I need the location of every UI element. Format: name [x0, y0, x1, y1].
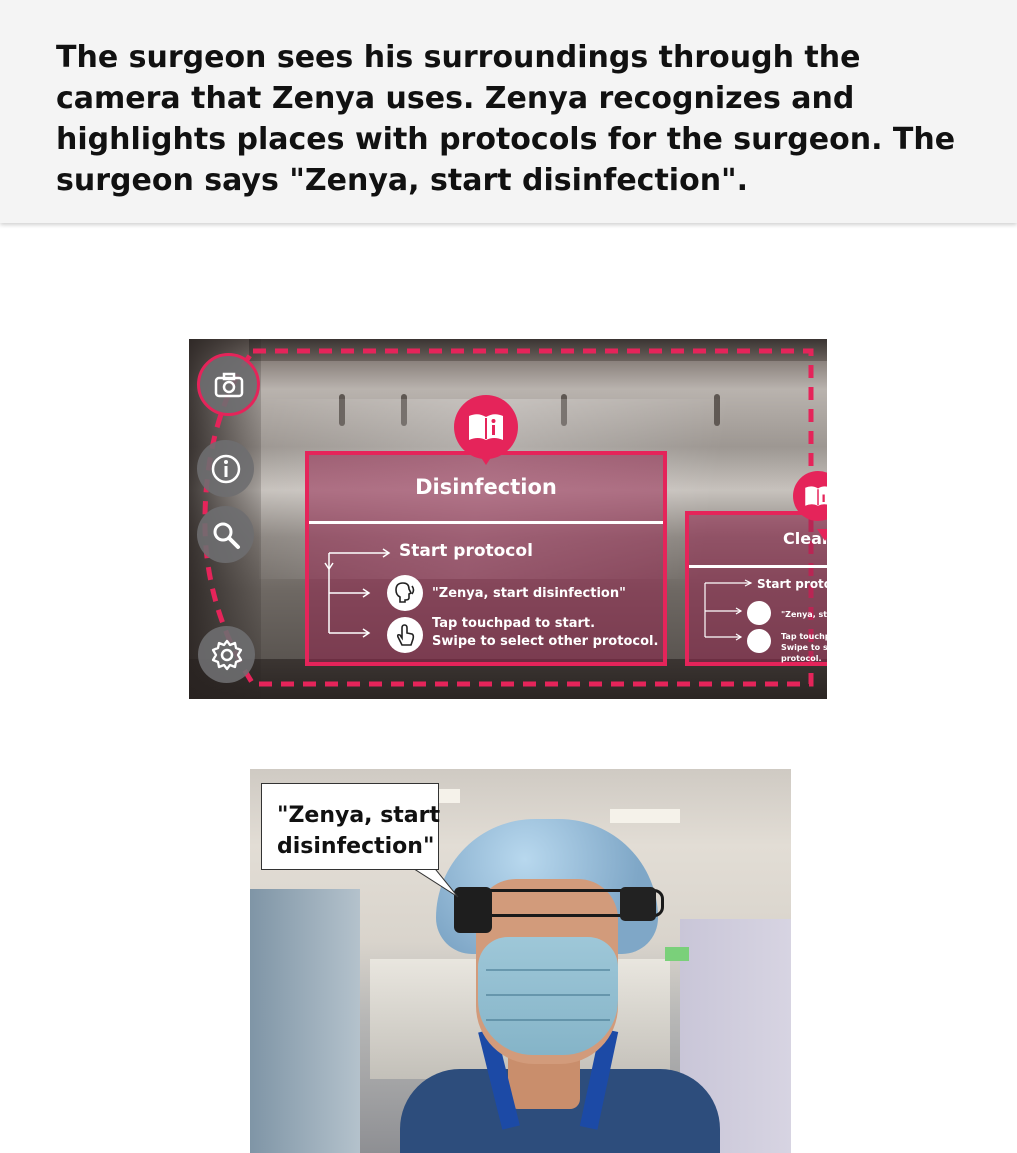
caption-bar: The surgeon sees his surroundings throug… — [0, 0, 1017, 223]
touch-gesture-icon — [387, 617, 423, 653]
touch-option-text: Tap touchpa Swipe to se protocol. — [781, 632, 827, 663]
voice-option-text: "Zenya, star — [781, 610, 827, 619]
info-icon — [211, 454, 240, 483]
card-divider — [689, 565, 827, 568]
settings-button[interactable] — [198, 626, 255, 683]
mask-fold — [486, 1019, 610, 1021]
start-protocol-label: Start protoco — [757, 577, 827, 591]
camera-button[interactable] — [197, 353, 260, 416]
mask-fold — [486, 969, 610, 971]
ceiling-light — [610, 809, 680, 823]
start-protocol-label: Start protocol — [399, 541, 533, 561]
glasses-module — [620, 887, 656, 921]
search-button[interactable] — [197, 506, 254, 563]
speech-line-1: "Zenya, start — [277, 803, 441, 828]
speech-line-2: disinfection" — [277, 834, 435, 859]
touch-option-text: Tap touchpad to start. Swipe to select o… — [432, 615, 658, 651]
protocol-pin-disinfection[interactable] — [454, 395, 518, 465]
voice-option-text: "Zenya, start disinfection" — [432, 586, 626, 601]
card-title: Disinfection — [415, 475, 557, 499]
protocol-card-disinfection[interactable]: Disinfection Start protocol "Zenya, star… — [305, 451, 667, 666]
caption-text: The surgeon sees his surroundings throug… — [56, 40, 956, 198]
hallway-wall — [250, 889, 360, 1153]
surgeon-photo: "Zenya, start disinfection" — [250, 769, 791, 1153]
protocol-card-clean[interactable]: Clean Start protoco "Zenya, star Tap tou… — [685, 511, 827, 666]
book-info-icon — [805, 486, 827, 506]
voice-command-icon — [387, 575, 423, 611]
gear-icon — [211, 639, 242, 670]
voice-command-icon — [747, 601, 771, 625]
mask-fold — [486, 994, 610, 996]
search-icon — [213, 522, 240, 549]
info-button[interactable] — [197, 440, 254, 497]
book-info-icon — [469, 414, 503, 440]
speech-text: "Zenya, start disinfection" — [277, 800, 440, 862]
speech-tail — [408, 865, 459, 898]
touch-option-line2: Swipe to select other protocol. — [432, 634, 659, 649]
exit-sign — [665, 947, 689, 961]
surgical-mask — [478, 937, 618, 1055]
touch-option-line1: Tap touchpad to start. — [432, 616, 596, 631]
card-divider — [309, 521, 663, 524]
touch-gesture-icon — [747, 629, 771, 653]
speech-bubble: "Zenya, start disinfection" — [261, 783, 440, 870]
camera-icon — [214, 372, 243, 397]
ar-camera-view: Disinfection Start protocol "Zenya, star… — [189, 339, 827, 699]
